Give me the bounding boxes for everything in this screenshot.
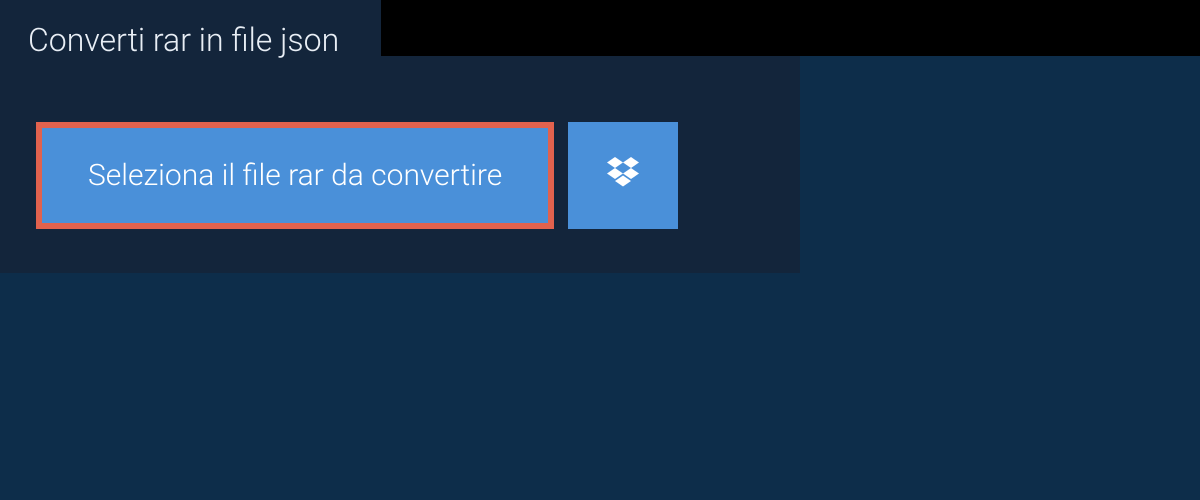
tab-convert[interactable]: Converti rar in file json	[0, 0, 381, 78]
button-row: Seleziona il file rar da convertire	[36, 122, 764, 229]
select-file-button[interactable]: Seleziona il file rar da convertire	[42, 128, 548, 223]
tab-bar: Converti rar in file json	[0, 0, 1200, 56]
tab-title: Converti rar in file json	[28, 21, 339, 59]
select-file-label: Seleziona il file rar da convertire	[88, 158, 502, 193]
dropbox-button[interactable]	[568, 122, 678, 229]
main-panel: Seleziona il file rar da convertire	[0, 56, 800, 273]
dropbox-icon	[603, 154, 643, 198]
select-file-highlight: Seleziona il file rar da convertire	[36, 122, 554, 229]
